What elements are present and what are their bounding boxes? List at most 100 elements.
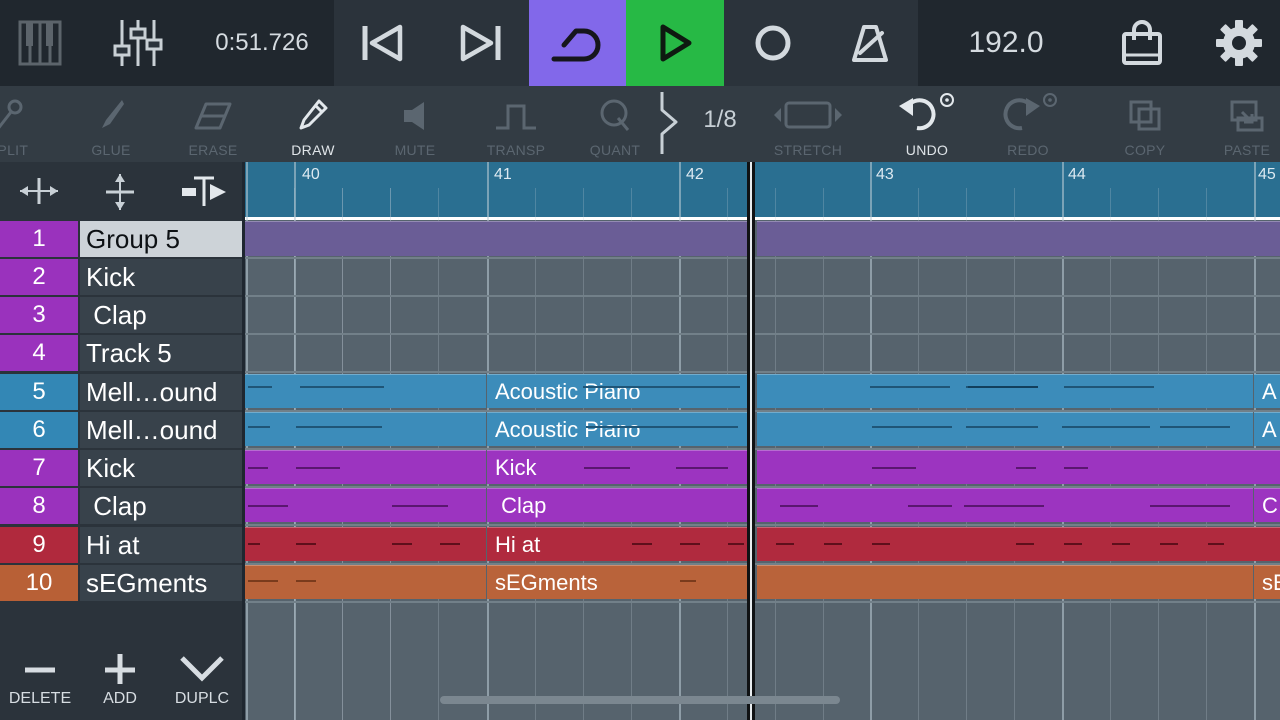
midi-clip[interactable] [245, 374, 486, 408]
split-tool[interactable]: SPLIT [0, 86, 40, 162]
track-number[interactable]: 2 [0, 259, 78, 295]
track-name[interactable]: Clap [80, 297, 242, 333]
track-name[interactable]: Clap [80, 488, 242, 524]
track-name[interactable]: Hi at [80, 527, 242, 563]
loop-button[interactable] [529, 0, 626, 86]
lane-separator [245, 524, 1280, 526]
track-number[interactable]: 8 [0, 488, 78, 524]
midi-clip[interactable]: Acoustic Piano [487, 374, 747, 408]
track-number[interactable]: 3 [0, 297, 78, 333]
delete-track-button[interactable]: DELETE [0, 650, 80, 720]
note-dash [872, 543, 890, 545]
skip-to-start-button[interactable] [334, 0, 431, 86]
copy-button[interactable]: COPY [1114, 86, 1176, 162]
track-row[interactable]: 9 Hi at [0, 527, 242, 563]
piano-keys-icon[interactable] [0, 0, 80, 86]
redo-button[interactable]: REDO [996, 86, 1060, 162]
play-button[interactable] [626, 0, 724, 86]
glue-label: GLUE [91, 142, 131, 158]
draw-tool[interactable]: DRAW [280, 86, 346, 162]
track-name[interactable]: Mell…ound [80, 374, 242, 410]
horizontal-scrollbar[interactable] [440, 696, 840, 704]
track-name[interactable]: Track 5 [80, 335, 242, 371]
quantize-tool[interactable]: QUANT [584, 86, 646, 162]
tempo-display[interactable]: 192.0 [944, 0, 1068, 86]
shop-button[interactable] [1100, 0, 1184, 86]
track-name[interactable]: Kick [80, 450, 242, 486]
midi-clip[interactable]: sEGments [487, 565, 747, 599]
midi-clip[interactable] [245, 450, 486, 484]
midi-clip[interactable]: Acoustic Piano [487, 412, 747, 446]
stretch-tool[interactable]: STRETCH [768, 86, 848, 162]
quantize-value[interactable]: 1/8 [690, 106, 750, 134]
midi-clip[interactable] [245, 565, 486, 599]
midi-clip[interactable] [757, 412, 1253, 446]
midi-clip[interactable]: A [1254, 374, 1280, 408]
note-dash [586, 426, 656, 428]
group-clip[interactable] [757, 221, 1280, 256]
midi-clip[interactable]: A [1254, 412, 1280, 446]
track-number[interactable]: 7 [0, 450, 78, 486]
copy-icon [1129, 100, 1161, 131]
skip-to-end-button[interactable] [431, 0, 529, 86]
note-dash [872, 426, 952, 428]
mixer-icon[interactable] [96, 0, 180, 86]
clip-name: A [1262, 379, 1277, 404]
track-name[interactable]: Group 5 [80, 221, 242, 257]
vertical-zoom-icon[interactable] [104, 172, 136, 212]
track-name[interactable]: Kick [80, 259, 242, 295]
quantize-chevron-icon[interactable] [656, 90, 682, 156]
track-name[interactable]: Mell…ound [80, 412, 242, 448]
midi-clip[interactable]: Clap [487, 488, 747, 522]
timeline-ruler[interactable] [245, 162, 1280, 218]
undo-button[interactable]: UNDO [892, 86, 962, 162]
midi-clip[interactable]: C [1254, 488, 1280, 522]
record-button[interactable] [724, 0, 821, 86]
track-row[interactable]: 1 Group 5 [0, 221, 242, 257]
track-row[interactable]: 6 Mell…ound [0, 412, 242, 448]
note-dash [440, 543, 460, 545]
track-name[interactable]: sEGments [80, 565, 242, 601]
midi-clip[interactable] [757, 374, 1253, 408]
add-track-button[interactable]: ADD [80, 650, 160, 720]
track-number[interactable]: 10 [0, 565, 78, 601]
track-row[interactable]: 5 Mell…ound [0, 374, 242, 410]
mute-tool[interactable]: MUTE [384, 86, 446, 162]
track-row[interactable]: 2 Kick [0, 259, 242, 295]
note-dash [1064, 467, 1088, 469]
track-row[interactable]: 8 Clap [0, 488, 242, 524]
group-clip[interactable] [245, 221, 747, 256]
note-dash [1112, 543, 1130, 545]
horizontal-zoom-icon[interactable] [18, 176, 60, 206]
add-label: ADD [103, 690, 137, 707]
midi-clip[interactable]: Hi at [487, 527, 747, 561]
fit-zoom-icon[interactable] [180, 172, 228, 212]
midi-clip[interactable] [757, 565, 1253, 599]
transpose-tool[interactable]: TRANSP [482, 86, 550, 162]
loop-icon [551, 28, 600, 62]
note-dash [584, 467, 630, 469]
paste-label: PASTE [1223, 142, 1271, 158]
note-dash [248, 386, 272, 388]
track-number[interactable]: 6 [0, 412, 78, 448]
track-number[interactable]: 5 [0, 374, 78, 410]
paste-button[interactable]: PASTE [1214, 86, 1280, 162]
erase-tool[interactable]: ERASE [180, 86, 246, 162]
midi-clip[interactable] [245, 412, 486, 446]
metronome-button[interactable] [821, 0, 918, 86]
glue-tool[interactable]: GLUE [80, 86, 142, 162]
note-dash [296, 580, 316, 582]
transpose-icon [496, 104, 536, 130]
settings-button[interactable] [1198, 0, 1280, 86]
track-number[interactable]: 1 [0, 221, 78, 257]
track-row[interactable]: 10 sEGments [0, 565, 242, 601]
track-number[interactable]: 4 [0, 335, 78, 371]
note-dash [680, 543, 700, 545]
track-row[interactable]: 7 Kick [0, 450, 242, 486]
midi-clip[interactable]: sE [1254, 565, 1280, 599]
track-number[interactable]: 9 [0, 527, 78, 563]
record-icon [755, 25, 790, 61]
track-row[interactable]: 4 Track 5 [0, 335, 242, 371]
track-row[interactable]: 3 Clap [0, 297, 242, 333]
duplicate-track-button[interactable]: DUPLC [162, 650, 242, 720]
